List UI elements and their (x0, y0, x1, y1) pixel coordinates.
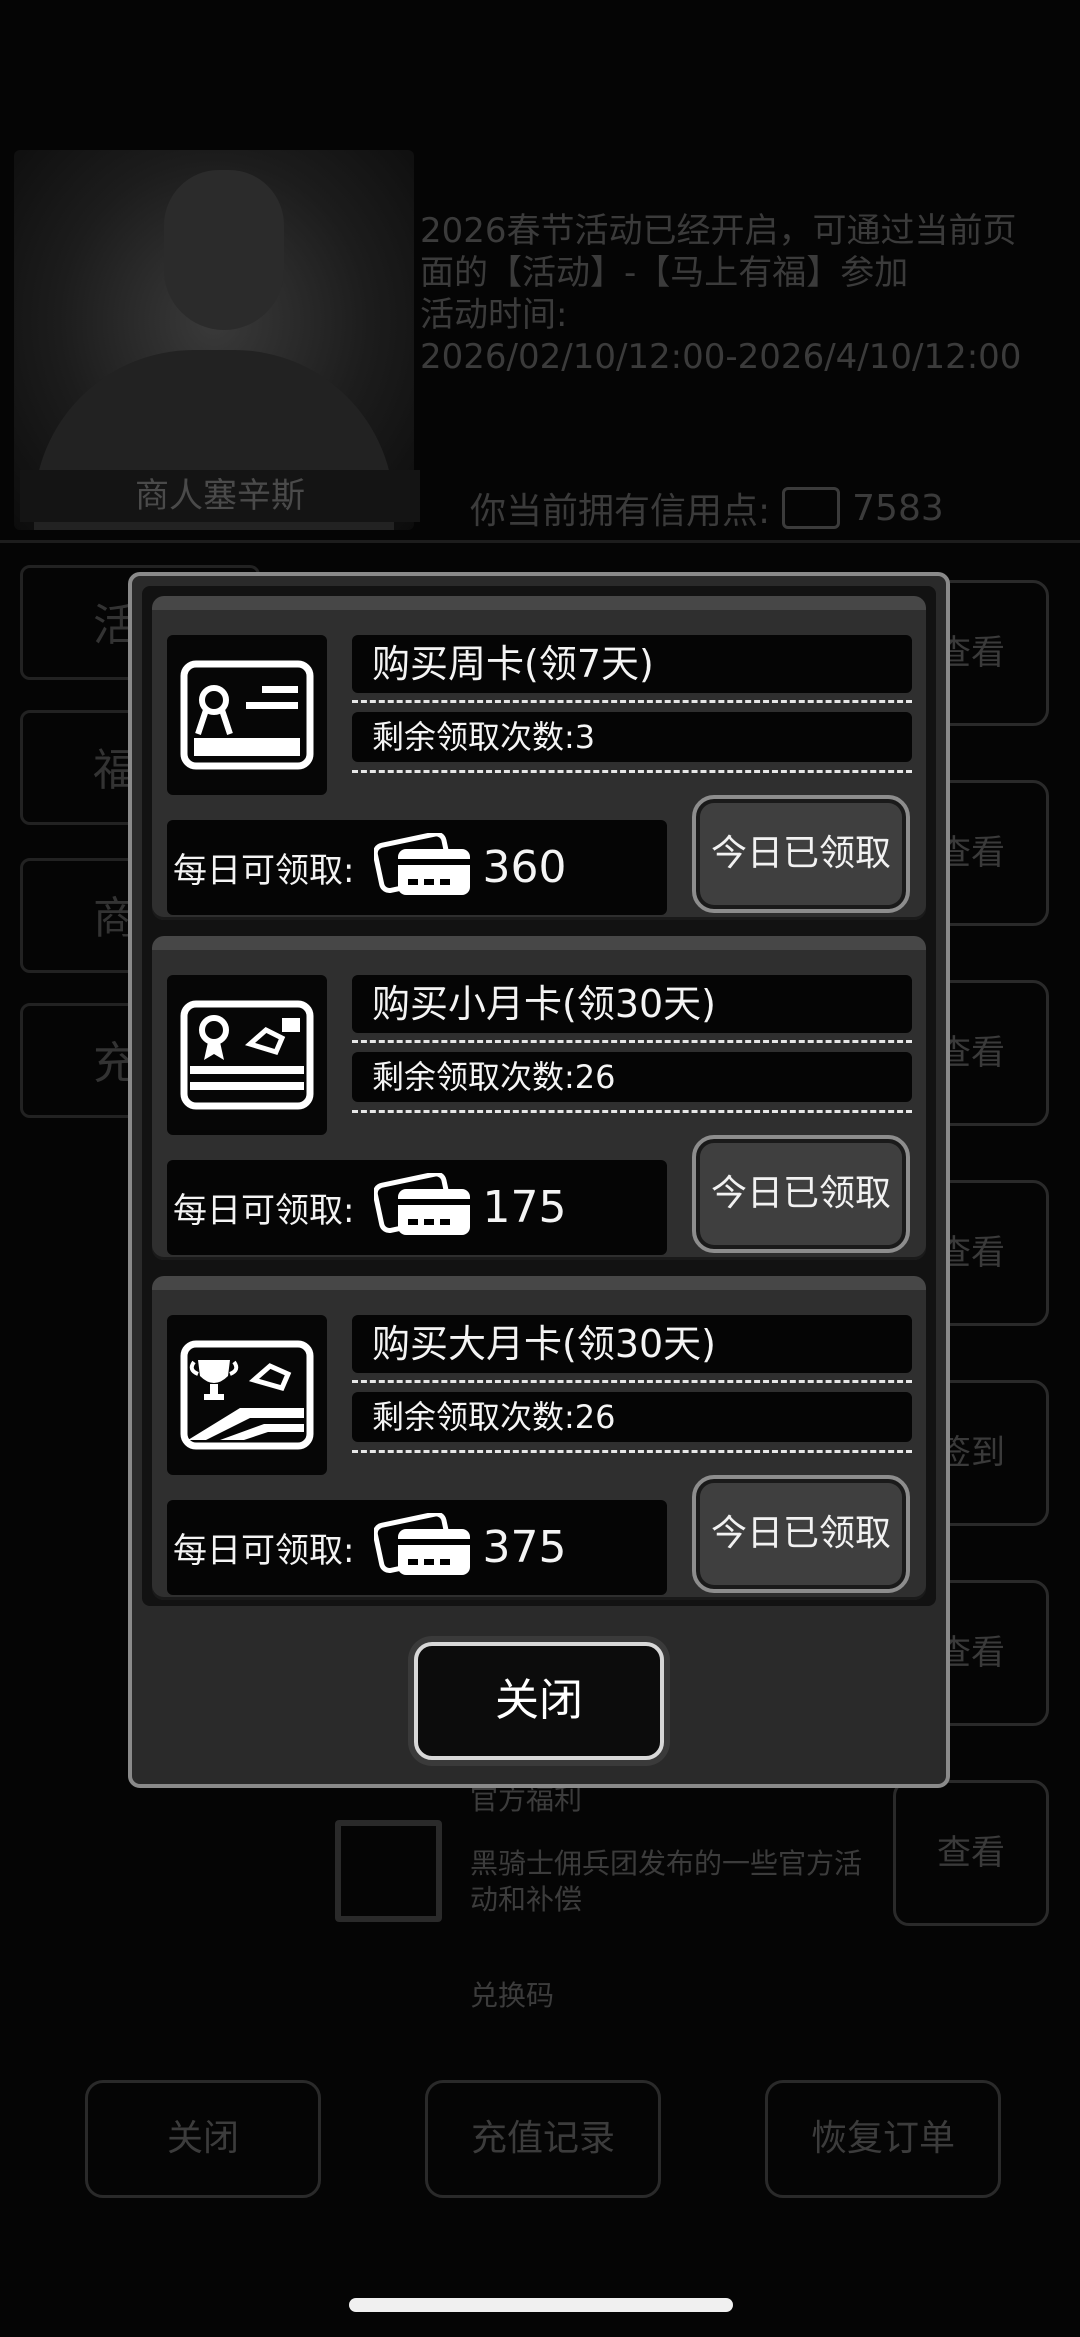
card-rewards-dialog: 购买周卡(领7天) 剩余领取次数:3 每日可领取: 360 今日已领取 购买小月… (128, 572, 950, 1788)
credit-cards-icon (373, 1510, 474, 1583)
divider (352, 1040, 912, 1043)
notice-line: 面的【活动】-【马上有福】参加 (420, 253, 909, 293)
remaining-count: 剩余领取次数:26 (352, 1052, 912, 1102)
card-title: 购买周卡(领7天) (352, 635, 912, 693)
remaining-count: 剩余领取次数:3 (352, 712, 912, 762)
ribbon-card-icon (167, 635, 327, 795)
daily-label: 每日可领取: (173, 1531, 355, 1571)
daily-amount: 360 (482, 842, 567, 893)
card-title: 购买小月卡(领30天) (352, 975, 912, 1033)
divider (352, 770, 912, 773)
claimed-today-button[interactable]: 今日已领取 (692, 1475, 910, 1593)
daily-reward: 每日可领取: 360 (167, 820, 667, 915)
trophy-card-icon (167, 1315, 327, 1475)
event-notice: 2026春节活动已经开启，可通过当前页 面的【活动】-【马上有福】参加 活动时间… (420, 210, 1060, 378)
credit-card-icon (782, 487, 841, 529)
small-month-card-item: 购买小月卡(领30天) 剩余领取次数:26 每日可领取: 175 今日已领取 (152, 936, 926, 1260)
claimed-today-button[interactable]: 今日已领取 (692, 1135, 910, 1253)
divider (352, 1110, 912, 1113)
large-month-card-item: 购买大月卡(领30天) 剩余领取次数:26 每日可领取: 375 今日已领取 (152, 1276, 926, 1600)
home-indicator[interactable] (349, 2298, 733, 2312)
credit-display: 你当前拥有信用点: 7583 (470, 482, 944, 534)
daily-amount: 375 (482, 1522, 567, 1573)
divider (352, 1450, 912, 1453)
credit-cards-icon (373, 830, 474, 903)
divider (352, 1380, 912, 1383)
credit-value: 7583 (852, 487, 944, 529)
daily-label: 每日可领取: (173, 1191, 355, 1231)
credit-cards-icon (373, 1170, 474, 1243)
card-list: 购买周卡(领7天) 剩余领取次数:3 每日可领取: 360 今日已领取 购买小月… (142, 586, 936, 1606)
medal-card-icon (167, 975, 327, 1135)
merchant-name: 商人塞辛斯 (20, 470, 420, 522)
notice-line: 2026春节活动已经开启，可通过当前页 (420, 211, 1017, 251)
official-welfare-desc: 黑骑士佣兵团发布的一些官方活 (470, 1847, 863, 1880)
close-dialog-button[interactable]: 关闭 (414, 1642, 664, 1760)
redeem-code-title: 兑换码 (470, 1979, 555, 2012)
divider (352, 700, 912, 703)
gift-box-icon (335, 1820, 442, 1922)
bg-close-button[interactable]: 关闭 (85, 2080, 321, 2198)
card-title: 购买大月卡(领30天) (352, 1315, 912, 1373)
daily-amount: 175 (482, 1182, 567, 1233)
official-welfare-desc: 动和补偿 (470, 1883, 583, 1916)
claimed-today-button[interactable]: 今日已领取 (692, 795, 910, 913)
daily-reward: 每日可领取: 175 (167, 1160, 667, 1255)
recharge-record-button[interactable]: 充值记录 (425, 2080, 661, 2198)
daily-label: 每日可领取: (173, 851, 355, 891)
daily-reward: 每日可领取: 375 (167, 1500, 667, 1595)
remaining-count: 剩余领取次数:26 (352, 1392, 912, 1442)
credit-label: 你当前拥有信用点: (470, 491, 771, 532)
restore-order-button[interactable]: 恢复订单 (765, 2080, 1001, 2198)
week-card-item: 购买周卡(领7天) 剩余领取次数:3 每日可领取: 360 今日已领取 (152, 596, 926, 920)
notice-line: 2026/02/10/12:00-2026/4/10/12:00 (420, 337, 1022, 377)
notice-line: 活动时间: (420, 295, 568, 335)
merchant-head (164, 170, 284, 330)
view-button[interactable]: 查看 (893, 1780, 1049, 1926)
